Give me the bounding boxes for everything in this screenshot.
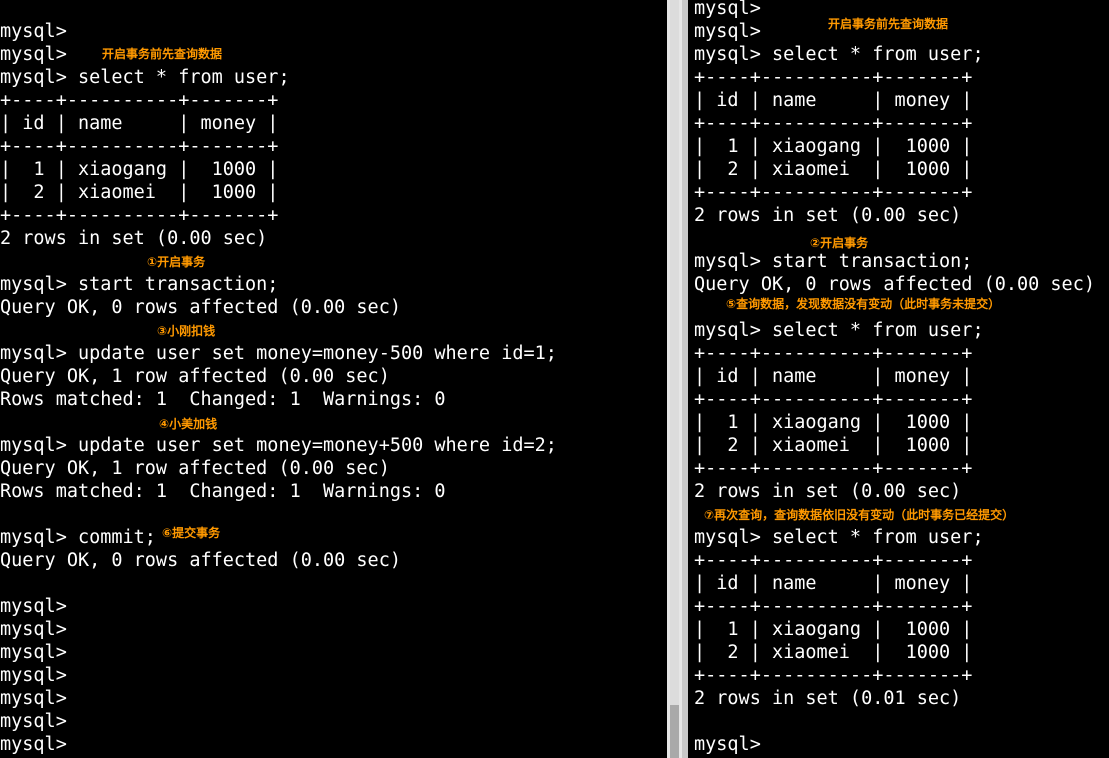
terminal-line: mysql> select * from user; bbox=[694, 320, 984, 341]
terminal-line: mysql> bbox=[0, 665, 67, 686]
annotation-start-transaction: ①开启事务 bbox=[147, 255, 206, 269]
terminal-line: mysql> bbox=[0, 734, 67, 755]
terminal-line: Query OK, 0 rows affected (0.00 sec) bbox=[0, 297, 401, 318]
terminal-line: mysql> start transaction; bbox=[694, 251, 973, 272]
terminal-line: | id | name | money | bbox=[694, 573, 973, 594]
terminal-line: +----+----------+-------+ bbox=[0, 136, 279, 157]
terminal-line: +----+----------+-------+ bbox=[694, 67, 973, 88]
terminal-line: | id | name | money | bbox=[694, 90, 973, 111]
terminal-line: +----+----------+-------+ bbox=[694, 389, 973, 410]
terminal-line: +----+----------+-------+ bbox=[694, 665, 973, 686]
left-terminal-window[interactable]: mysql> mysql> mysql> select * from user;… bbox=[0, 0, 667, 758]
terminal-line: +----+----------+-------+ bbox=[0, 205, 279, 226]
terminal-line: +----+----------+-------+ bbox=[694, 182, 973, 203]
terminal-line: mysql> bbox=[0, 642, 67, 663]
terminal-line: Rows matched: 1 Changed: 1 Warnings: 0 bbox=[0, 389, 446, 410]
annotation-xiaogang-deduct: ③小刚扣钱 bbox=[157, 324, 216, 338]
terminal-line: 2 rows in set (0.00 sec) bbox=[694, 481, 962, 502]
terminal-line: Query OK, 1 row affected (0.00 sec) bbox=[0, 366, 390, 387]
left-terminal-scrollbar[interactable] bbox=[667, 0, 682, 758]
terminal-line: mysql> update user set money=money+500 w… bbox=[0, 435, 557, 456]
annotation-query-committed: ⑦再次查询，查询数据依旧没有变动（此时事务已经提交） bbox=[704, 508, 1015, 522]
terminal-line: | 1 | xiaogang | 1000 | bbox=[694, 619, 973, 640]
terminal-line: mysql> select * from user; bbox=[694, 44, 984, 65]
terminal-line: mysql> bbox=[0, 688, 67, 709]
terminal-line: mysql> bbox=[694, 21, 761, 42]
terminal-line: +----+----------+-------+ bbox=[694, 550, 973, 571]
terminal-line: 2 rows in set (0.00 sec) bbox=[694, 205, 962, 226]
annotation-query-before-transaction: 开启事务前先查询数据 bbox=[102, 47, 223, 61]
terminal-line: mysql> commit; bbox=[0, 527, 156, 548]
terminal-line: 2 rows in set (0.00 sec) bbox=[0, 228, 268, 249]
terminal-line: Rows matched: 1 Changed: 1 Warnings: 0 bbox=[0, 481, 446, 502]
terminal-line: +----+----------+-------+ bbox=[694, 113, 973, 134]
terminal-line: mysql> bbox=[0, 44, 67, 65]
terminal-line: mysql> bbox=[0, 596, 67, 617]
terminal-line: mysql> bbox=[0, 619, 67, 640]
terminal-line: mysql> update user set money=money-500 w… bbox=[0, 343, 557, 364]
terminal-line: | 2 | xiaomei | 1000 | bbox=[694, 435, 973, 456]
annotation-xiaomei-add: ④小美加钱 bbox=[159, 417, 218, 431]
scrollbar-track[interactable] bbox=[670, 0, 679, 758]
terminal-line: mysql> select * from user; bbox=[694, 527, 984, 548]
terminal-line: +----+----------+-------+ bbox=[694, 343, 973, 364]
terminal-line: Query OK, 0 rows affected (0.00 sec) bbox=[694, 274, 1095, 295]
terminal-line: | id | name | money | bbox=[0, 113, 279, 134]
scrollbar-thumb[interactable] bbox=[670, 705, 679, 758]
terminal-line: Query OK, 1 row affected (0.00 sec) bbox=[0, 458, 390, 479]
terminal-line: | 1 | xiaogang | 1000 | bbox=[694, 136, 973, 157]
annotation-query-before-transaction: 开启事务前先查询数据 bbox=[828, 17, 949, 31]
right-terminal-window[interactable]: mysql> mysql> mysql> select * from user;… bbox=[688, 0, 1109, 758]
terminal-line: | id | name | money | bbox=[694, 366, 973, 387]
terminal-line: mysql> select * from user; bbox=[0, 67, 290, 88]
terminal-line: mysql> bbox=[0, 21, 67, 42]
terminal-line: | 2 | xiaomei | 1000 | bbox=[0, 182, 279, 203]
terminal-line: mysql> start transaction; bbox=[0, 274, 279, 295]
terminal-line: +----+----------+-------+ bbox=[0, 90, 279, 111]
annotation-commit-transaction: ⑥提交事务 bbox=[162, 526, 221, 540]
terminal-line: 2 rows in set (0.01 sec) bbox=[694, 688, 962, 709]
terminal-line: mysql> bbox=[694, 734, 761, 755]
terminal-line: | 1 | xiaogang | 1000 | bbox=[0, 159, 279, 180]
annotation-start-transaction: ②开启事务 bbox=[810, 236, 869, 250]
annotation-query-uncommitted: ⑤查询数据，发现数据没有变动（此时事务未提交） bbox=[726, 297, 1001, 311]
terminal-line: | 2 | xiaomei | 1000 | bbox=[694, 642, 973, 663]
terminal-line: mysql> bbox=[0, 711, 67, 732]
terminal-line: | 1 | xiaogang | 1000 | bbox=[694, 412, 973, 433]
terminal-line: Query OK, 0 rows affected (0.00 sec) bbox=[0, 550, 401, 571]
terminal-line: +----+----------+-------+ bbox=[694, 596, 973, 617]
terminal-line: mysql> bbox=[694, 0, 761, 19]
terminal-line: | 2 | xiaomei | 1000 | bbox=[694, 159, 973, 180]
terminal-line: +----+----------+-------+ bbox=[694, 458, 973, 479]
